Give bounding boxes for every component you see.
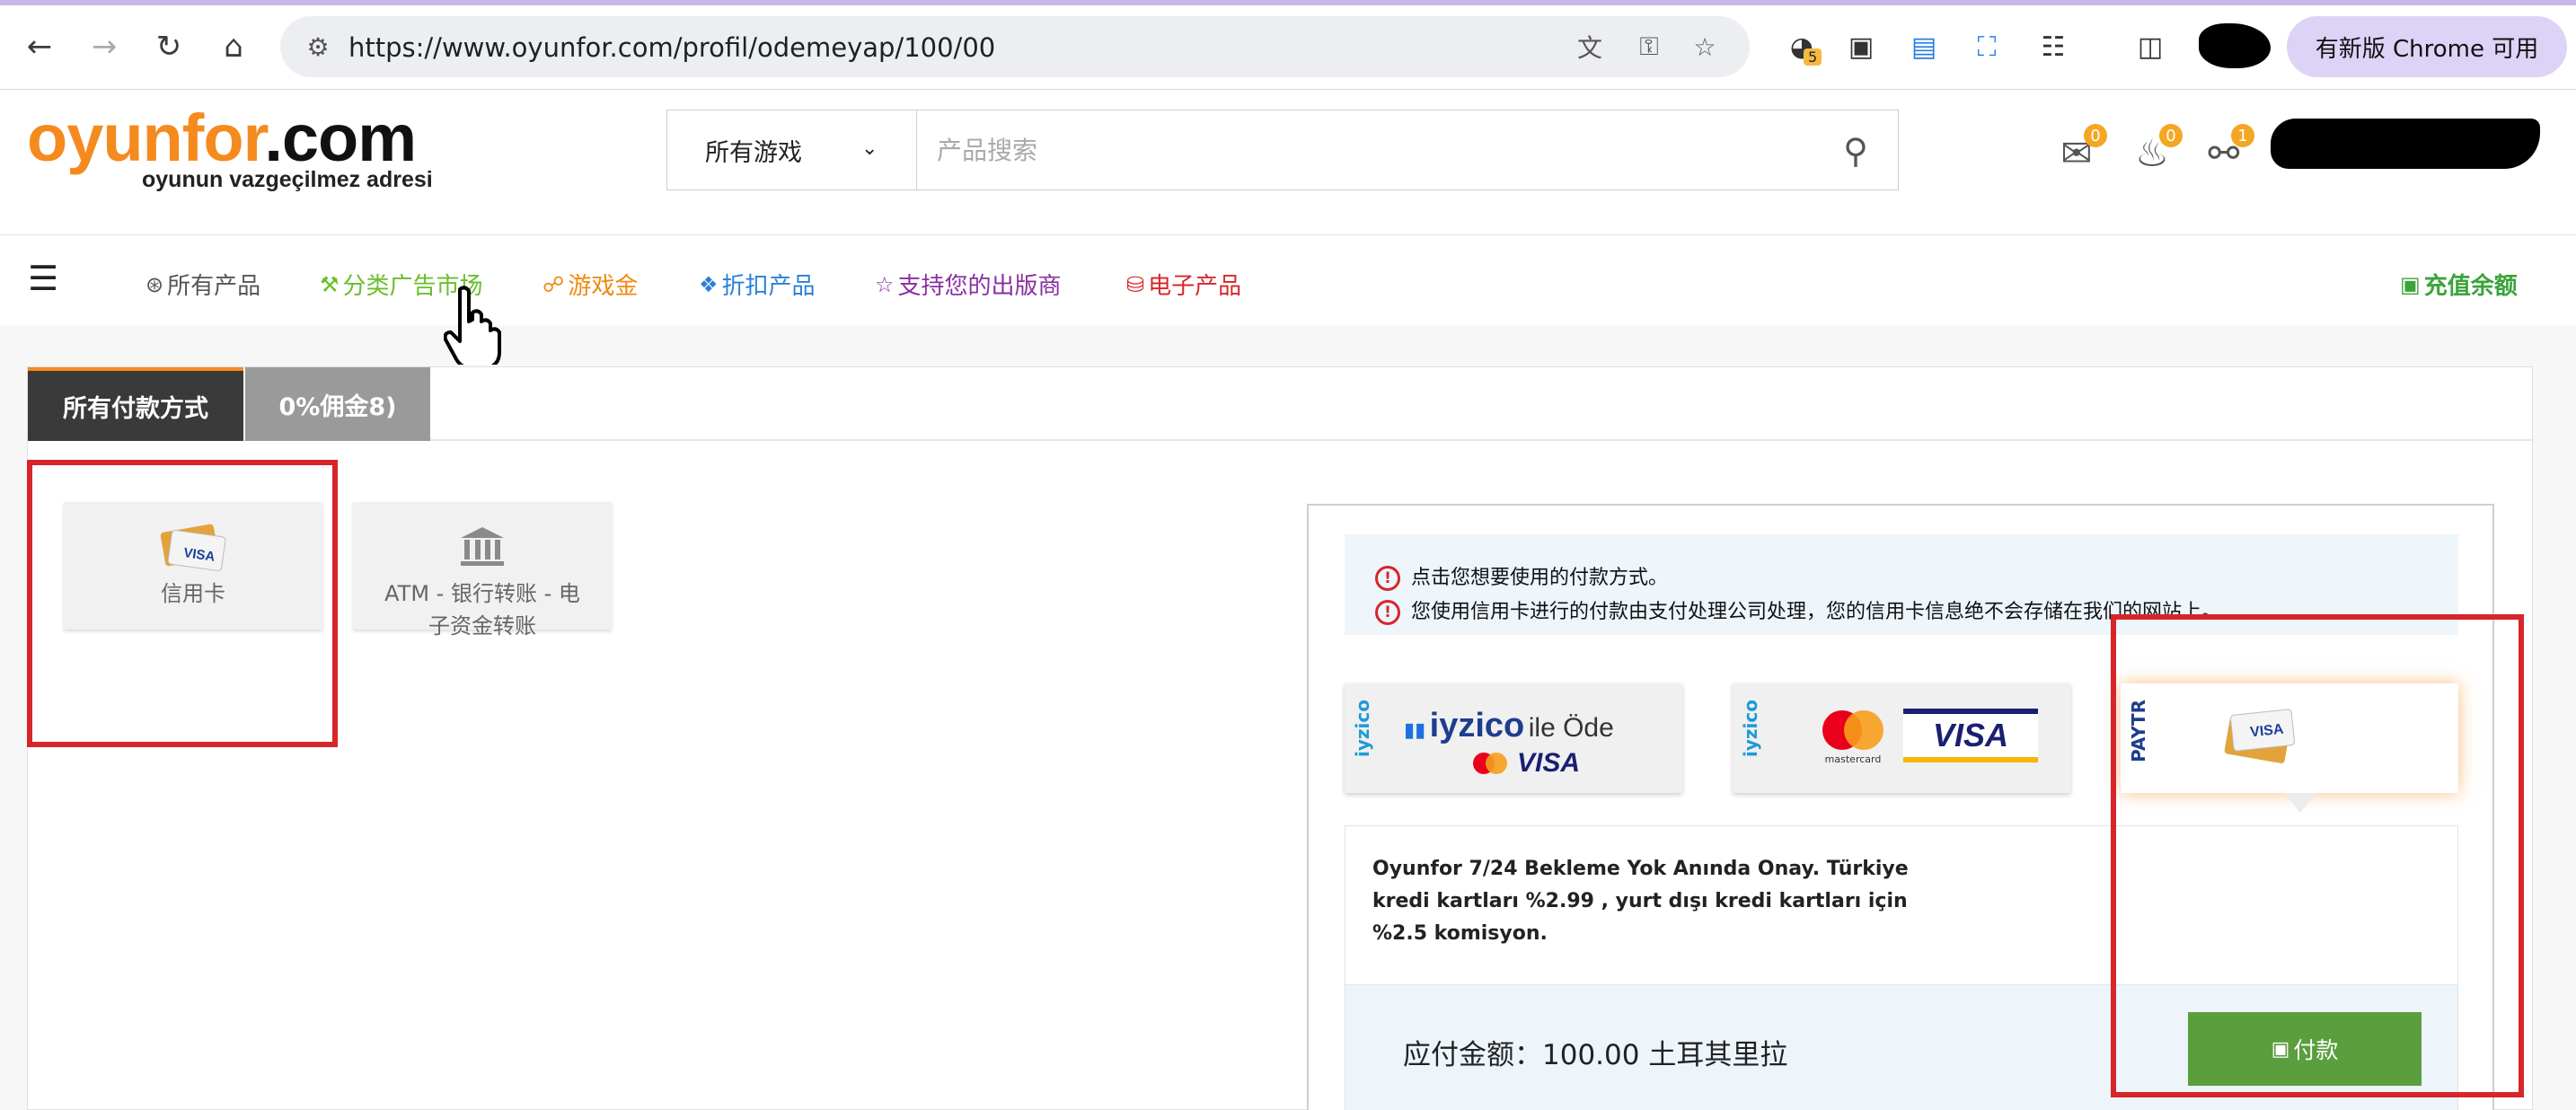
extension-badge: 5 xyxy=(1804,48,1822,66)
provider-tag: iyzico xyxy=(1352,700,1373,757)
payment-tabs: 所有付款方式 0%佣金8) xyxy=(28,367,2534,441)
provider-iyzico-pay[interactable]: iyzico ▮▮ iyzico ile Öde VISA xyxy=(1345,683,1682,793)
nav-support-publisher[interactable]: ☆ 支持您的出版商 xyxy=(875,268,1062,301)
tab-all-payment-methods[interactable]: 所有付款方式 xyxy=(28,367,243,441)
visa-wordmark: VISA xyxy=(1517,748,1581,778)
extension-screenshot-icon[interactable]: ⛶ xyxy=(1965,25,2008,68)
nav-all-products[interactable]: ⊛ 所有产品 xyxy=(146,268,260,301)
cart-badge: 1 xyxy=(2231,124,2254,147)
reload-button[interactable]: ↻ xyxy=(147,25,190,68)
extension-timer-icon[interactable]: ◕ 5 xyxy=(1780,25,1823,68)
provider-iyzico-card[interactable]: iyzico mastercard VISA xyxy=(1733,683,2070,793)
nav-discounts[interactable]: ❖ 折扣产品 xyxy=(699,268,816,301)
info-line: ! 点击您想要使用的付款方式。 xyxy=(1375,561,2458,595)
game-select-value: 所有游戏 xyxy=(705,138,802,167)
method-label: ATM - 银行转账 - 电子资金转账 xyxy=(384,581,580,639)
mastercard-wordmark: mastercard xyxy=(1824,753,1882,765)
star-icon: ☆ xyxy=(875,271,895,297)
nav-label: 电子产品 xyxy=(1148,273,1242,300)
messages-badge: 0 xyxy=(2084,124,2107,147)
iyzico-logo: ▮▮ iyzico ile Öde xyxy=(1404,707,1614,745)
method-bank-transfer[interactable]: ATM - 银行转账 - 电子资金转账 xyxy=(353,502,612,639)
wrench-icon: ⚒ xyxy=(320,271,340,297)
chrome-update-button[interactable]: 有新版 Chrome 可用 xyxy=(2287,16,2567,77)
extensions-puzzle-icon[interactable]: ☷ xyxy=(2032,25,2075,68)
logo-text-brand: oyunfor xyxy=(27,101,265,175)
forward-button[interactable]: → xyxy=(83,25,126,68)
extension-doc-icon[interactable]: ▤ xyxy=(1902,25,1945,68)
visa-logo: VISA xyxy=(1903,709,2038,762)
provider-tag: iyzico xyxy=(1740,700,1761,757)
notifications-bell-icon[interactable]: ♨ 0 xyxy=(2127,124,2183,178)
product-search-input[interactable] xyxy=(937,127,1745,173)
extension-glasses-icon[interactable]: ▣ xyxy=(1839,25,1883,68)
menu-hamburger-icon[interactable]: ☰ xyxy=(25,259,61,298)
tab-zero-commission[interactable]: 0%佣金8) xyxy=(245,367,430,441)
site-info-icon[interactable]: ⚙ xyxy=(300,29,336,65)
translate-icon[interactable]: 文 xyxy=(1572,29,1608,65)
total-amount: 应付金额：100.00 土耳其里拉 xyxy=(1403,1039,1788,1071)
mastercard-icon xyxy=(1473,753,1507,774)
bank-icon xyxy=(353,520,612,572)
search-icon[interactable]: ⚲ xyxy=(1831,127,1880,175)
info-text: 点击您想要使用的付款方式。 xyxy=(1411,567,1669,589)
info-text: 您使用信用卡进行的付款由支付处理公司处理，您的信用卡信息绝不会存储在我们的网站上… xyxy=(1411,601,2222,623)
iyzico-wordmark: iyzico xyxy=(1429,707,1525,744)
alert-icon: ! xyxy=(1375,600,1400,625)
tab-strip xyxy=(0,0,2576,5)
visa-wordmark: VISA xyxy=(1932,717,2009,753)
hand-cursor-icon xyxy=(444,286,501,365)
nav-label: 支持您的出版商 xyxy=(897,273,1062,300)
browser-toolbar: ← → ↻ ⌂ ⚙ https://www.oyunfor.com/profil… xyxy=(0,0,2576,90)
mastercard-icon xyxy=(1822,710,1883,750)
iyzico-mark-icon: ▮▮ xyxy=(1404,718,1426,741)
account-menu[interactable] xyxy=(2271,119,2540,169)
nav-game-gold[interactable]: ☍ 游戏金 xyxy=(543,268,638,301)
nav-label: 充值余额 xyxy=(2423,273,2518,300)
notifications-badge: 0 xyxy=(2159,124,2183,147)
messages-icon[interactable]: ✉ 0 xyxy=(2051,124,2107,178)
mastercard-logo: mastercard xyxy=(1819,709,1887,765)
coins-icon: ⛁ xyxy=(1126,271,1145,297)
profile-avatar[interactable] xyxy=(2199,23,2271,68)
site-logo[interactable]: oyunfor.com oyunun vazgeçilmez adresi xyxy=(27,101,433,193)
logo-text-domain: .com xyxy=(264,101,417,175)
site-header: oyunfor.com oyunun vazgeçilmez adresi 所有… xyxy=(0,90,2576,235)
back-button[interactable]: ← xyxy=(18,25,61,68)
nav-electronics[interactable]: ⛁ 电子产品 xyxy=(1126,268,1241,301)
nav-label: 折扣产品 xyxy=(721,273,816,300)
nav-top-up-balance[interactable]: ▣ 充值余额 xyxy=(2400,268,2518,301)
nav-label: 游戏金 xyxy=(568,273,639,300)
address-bar[interactable]: ⚙ https://www.oyunfor.com/profil/odemeya… xyxy=(280,16,1750,77)
chevron-down-icon: ⌄ xyxy=(861,137,878,160)
wallet-icon: ▣ xyxy=(2400,271,2421,297)
highlight-credit-card xyxy=(27,460,338,747)
category-nav: ☰ ⊛ 所有产品 ⚒ 分类广告市场 ☍ 游戏金 ❖ 折扣产品 ☆ 支持您的出版商 ⛁ 电子产… xyxy=(0,235,2576,325)
tag-icon: ❖ xyxy=(699,271,719,297)
password-key-icon[interactable]: ⚿ xyxy=(1631,29,1667,65)
iyzico-suffix: ile Öde xyxy=(1528,713,1614,743)
card-brands: VISA xyxy=(1470,748,1580,779)
search-bar: 所有游戏 ⌄ ⚲ xyxy=(666,110,1899,190)
logo-tagline: oyunun vazgeçilmez adresi xyxy=(142,167,433,192)
reading-mode-icon[interactable]: ◫ xyxy=(2129,25,2172,68)
products-icon: ⊛ xyxy=(146,271,164,297)
gamepad-icon: ☍ xyxy=(543,271,565,297)
alert-icon: ! xyxy=(1375,566,1400,591)
nav-label: 所有产品 xyxy=(167,273,261,300)
url-text: https://www.oyunfor.com/profil/odemeyap/… xyxy=(348,32,996,63)
game-category-select[interactable]: 所有游戏 ⌄ xyxy=(667,110,917,189)
cart-icon[interactable]: ⚯ 1 xyxy=(2199,124,2254,178)
highlight-paytr-pay xyxy=(2111,614,2524,1097)
home-button[interactable]: ⌂ xyxy=(212,25,255,68)
provider-description: Oyunfor 7/24 Bekleme Yok Anında Onay. Tü… xyxy=(1372,858,1909,945)
bookmark-star-icon[interactable]: ☆ xyxy=(1687,29,1723,65)
